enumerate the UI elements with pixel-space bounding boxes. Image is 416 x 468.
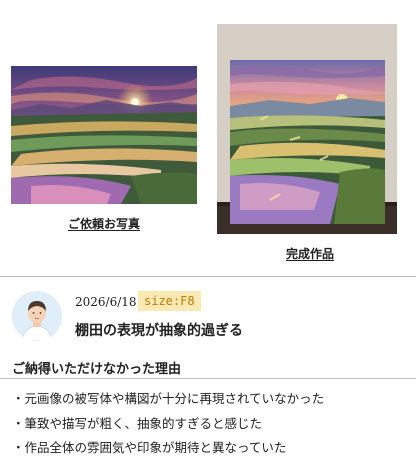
user-avatar-icon (12, 291, 62, 341)
review-date: 2026/6/18 (75, 295, 137, 309)
reasons-heading: ご納得いただけなかった理由 (12, 362, 182, 377)
review-title: 棚田の表現が抽象的過ぎる (75, 323, 243, 339)
painting-canvas (228, 60, 393, 224)
reference-photo (11, 66, 197, 204)
work-caption: 完成作品 (286, 247, 335, 261)
section-divider (0, 276, 416, 277)
reason-item: ・作品全体の雰囲気や印象が期待と異なっていた (12, 440, 287, 455)
size-badge: size:F8 (138, 291, 201, 311)
finished-work-photo (217, 24, 397, 234)
reasons-divider (0, 378, 416, 379)
reason-item: ・筆致や描写が粗く、抽象的すぎると感じた (12, 416, 263, 431)
reason-item: ・元画像の被写体や構図が十分に再現されていなかった (12, 391, 325, 406)
photo-caption: ご依頼お写真 (68, 217, 141, 231)
